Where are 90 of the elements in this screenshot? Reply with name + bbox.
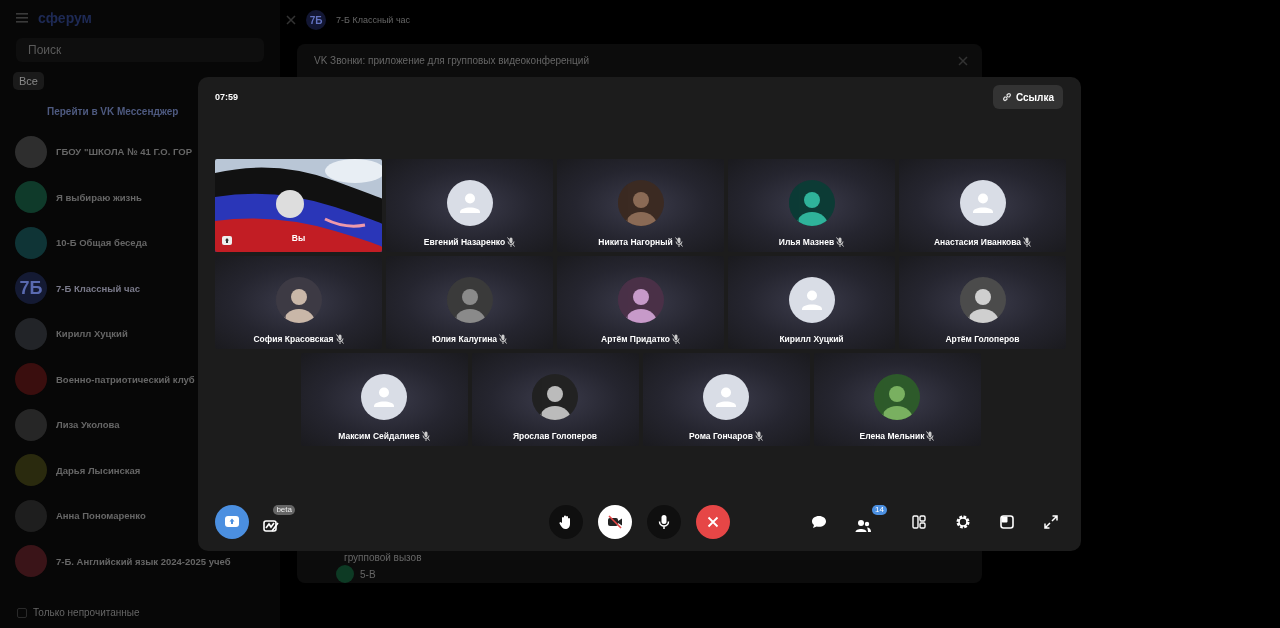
- participant-tile[interactable]: Юлия Калугина: [386, 256, 553, 349]
- count-badge: 14: [872, 505, 887, 515]
- chat-title: Военно-патриотический клуб: [56, 373, 195, 385]
- banner-text: VK Звонки: приложение для групповых видеоконференций: [314, 55, 589, 66]
- participant-tile[interactable]: София Красовская: [215, 256, 382, 349]
- chat-title: 7-Б Классный час: [336, 15, 411, 25]
- chat-title: Кирилл Хуцкий: [56, 328, 128, 340]
- participant-tile[interactable]: Вы: [215, 159, 382, 252]
- chat-title: Я выбираю жизнь: [56, 191, 142, 203]
- participant-name: Ярослав Голоперов: [512, 431, 598, 441]
- settings-icon: [955, 514, 971, 530]
- chat-title: 10-Б Общая беседа: [56, 237, 147, 249]
- participant-tile[interactable]: Артём Голоперов: [899, 256, 1066, 349]
- chat-item[interactable]: Анна Пономаренко: [13, 493, 146, 539]
- fullscreen-icon: [1043, 514, 1059, 530]
- participant-name: Елена Мельник: [859, 431, 925, 441]
- chat-item[interactable]: Я выбираю жизнь: [13, 174, 142, 220]
- chat-item[interactable]: 7-Б. Английский язык 2024-2025 учеб: [13, 538, 231, 584]
- chat-item[interactable]: Лиза Уколова: [13, 402, 120, 448]
- chat-item[interactable]: 10-Б Общая беседа: [13, 220, 147, 266]
- avatar-placeholder-icon: [703, 374, 749, 420]
- checkbox[interactable]: [17, 607, 27, 618]
- chat-item[interactable]: Дарья Лысинская: [13, 447, 141, 493]
- message-text: групповой вызов: [344, 552, 422, 563]
- participant-name: Никита Нагорный: [598, 237, 673, 247]
- layout-icon: [911, 514, 927, 530]
- chat-item[interactable]: Военно-патриотический клуб: [13, 356, 195, 402]
- end-call-button[interactable]: [695, 505, 730, 539]
- participant-name: Евгений Назаренко: [423, 237, 506, 247]
- participant-tile[interactable]: Евгений Назаренко: [386, 159, 553, 252]
- checkbox-label: Только непрочитанные: [33, 607, 140, 618]
- participant-tile[interactable]: Кирилл Хуцкий: [728, 256, 895, 349]
- search-field[interactable]: Поиск: [16, 38, 264, 62]
- whiteboard-button[interactable]: beta: [259, 505, 295, 539]
- chat-item[interactable]: 7Б 7-Б Классный час: [13, 265, 140, 311]
- people-button[interactable]: 14: [851, 505, 887, 539]
- chat-title: Дарья Лысинская: [56, 464, 141, 476]
- hand-button[interactable]: [548, 505, 583, 539]
- avatar-placeholder-icon: [788, 277, 835, 323]
- screen-share-button[interactable]: [215, 505, 249, 539]
- menu-icon: [16, 13, 28, 23]
- participant-name: Вы: [291, 233, 306, 243]
- participant-name: Юлия Калугина: [431, 334, 498, 344]
- participant-tile[interactable]: Илья Мазнев: [728, 159, 895, 252]
- participant-tile[interactable]: Рома Гончаров: [642, 353, 810, 446]
- close-icon: [286, 15, 296, 25]
- link-icon: [1001, 92, 1012, 102]
- participant-name: Максим Сейдалиев: [338, 431, 420, 441]
- close-icon: [958, 55, 968, 66]
- chat-title: 7-Б Классный час: [56, 282, 140, 294]
- chat-bubble-icon: [811, 514, 827, 530]
- link-button[interactable]: Ссылка: [992, 85, 1063, 109]
- filter-tab[interactable]: Все: [13, 72, 44, 90]
- participant-tile[interactable]: Артём Придатко: [557, 256, 724, 349]
- chat-item[interactable]: ГБОУ "ШКОЛА № 41 Г.О. ГОР: [13, 129, 192, 175]
- chat-title: ГБОУ "ШКОЛА № 41 Г.О. ГОР: [56, 146, 192, 158]
- avatar-placeholder-icon: [959, 180, 1006, 226]
- chat-avatar: [336, 565, 354, 583]
- participant-name: Артём Голоперов: [945, 334, 1020, 344]
- participant-tile[interactable]: Ярослав Голоперов: [471, 353, 639, 446]
- participant-tile[interactable]: Елена Мельник: [813, 353, 981, 446]
- participant-tile[interactable]: Максим Сейдалиев: [300, 353, 468, 446]
- people-icon: [855, 518, 871, 534]
- camera-off-button[interactable]: [597, 505, 632, 539]
- call-timer: 07:59: [215, 92, 239, 102]
- participant-name: Кирилл Хуцкий: [779, 334, 844, 344]
- chat-title: Лиза Уколова: [56, 419, 120, 431]
- participant-name: Анастасия Иванкова: [933, 237, 1022, 247]
- count-badge: beta: [273, 505, 295, 515]
- participant-name: Рома Гончаров: [689, 431, 753, 441]
- participant-tile[interactable]: Никита Нагорный: [557, 159, 724, 252]
- app-logo: сферум: [38, 10, 92, 26]
- chat-avatar: 7Б: [15, 272, 47, 305]
- message-text: 5-В: [360, 568, 376, 580]
- whiteboard-icon: [263, 518, 279, 534]
- participant-name: София Красовская: [253, 334, 334, 344]
- camera-off-icon: [606, 514, 623, 530]
- microphone-button[interactable]: [646, 505, 681, 539]
- picture-in-picture-icon: [999, 514, 1015, 530]
- screen-share-icon: [224, 514, 240, 530]
- avatar-placeholder-icon: [446, 180, 493, 226]
- participant-name: Илья Мазнев: [778, 237, 835, 247]
- avatar-placeholder-icon: [361, 374, 407, 420]
- chat-avatar: 7Б: [306, 10, 326, 30]
- chat-title: 7-Б. Английский язык 2024-2025 учеб: [56, 555, 231, 567]
- screen-share-icon: [222, 236, 232, 245]
- chat-item[interactable]: Кирилл Хуцкий: [13, 311, 128, 357]
- participant-name: Артём Придатко: [601, 334, 670, 344]
- participant-tile[interactable]: Анастасия Иванкова: [899, 159, 1066, 252]
- chat-title: Анна Пономаренко: [56, 510, 146, 522]
